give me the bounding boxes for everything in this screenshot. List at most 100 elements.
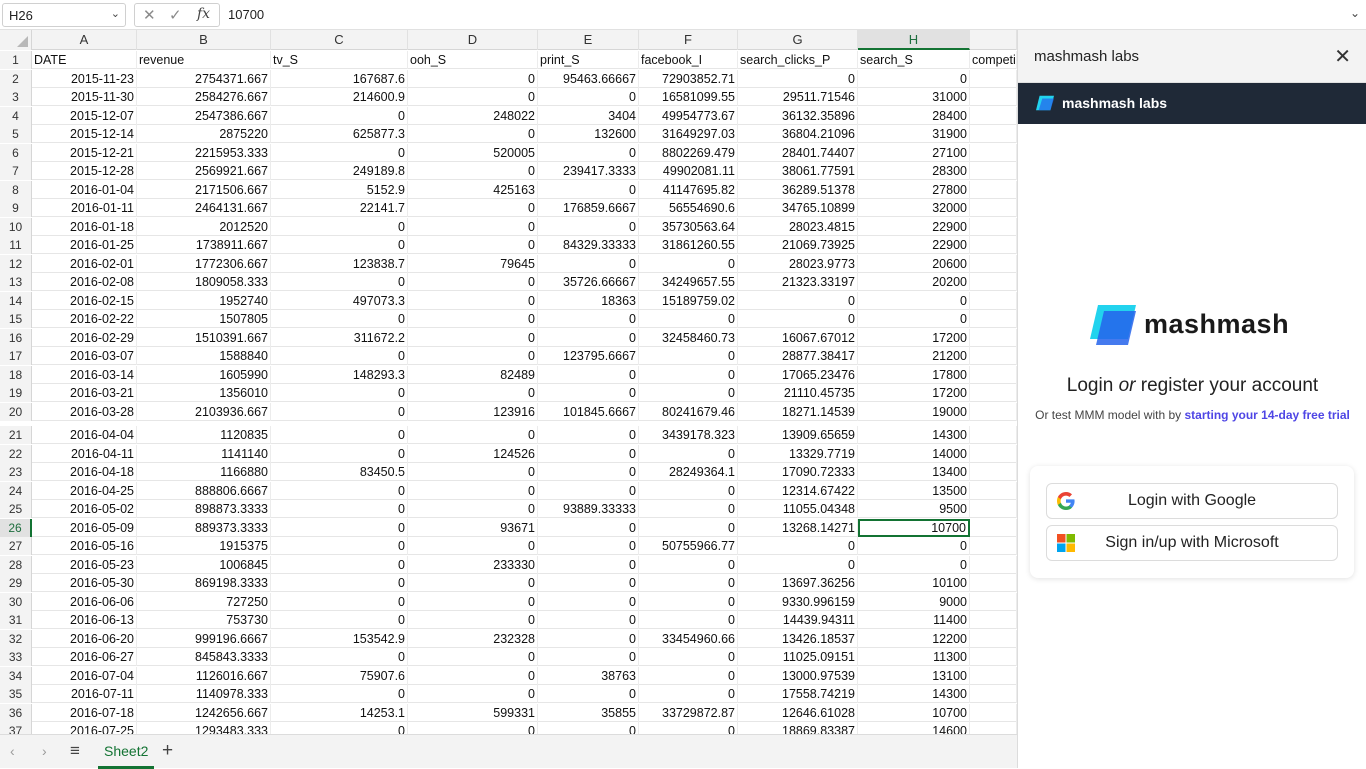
row-header[interactable]: 4 (0, 106, 32, 125)
row-header[interactable]: 33 (0, 648, 32, 666)
table-cell[interactable]: 0 (639, 722, 738, 734)
table-cell[interactable]: 0 (271, 217, 408, 236)
table-cell[interactable]: 93889.33333 (538, 500, 639, 518)
table-cell[interactable]: 0 (538, 310, 639, 328)
table-cell[interactable]: 93671 (408, 518, 538, 537)
table-cell[interactable]: 0 (271, 648, 408, 666)
table-cell[interactable] (970, 426, 1017, 444)
table-cell[interactable]: 31900 (858, 125, 970, 143)
table-cell[interactable]: 28300 (858, 162, 970, 180)
table-cell[interactable]: 1356010 (137, 384, 271, 402)
row-header[interactable]: 5 (0, 125, 32, 143)
row-header[interactable]: 24 (0, 481, 32, 500)
table-cell[interactable]: 11055.04348 (738, 500, 858, 518)
table-cell[interactable]: 82489 (408, 365, 538, 384)
table-cell[interactable]: 0 (271, 106, 408, 125)
table-cell[interactable]: 0 (271, 574, 408, 592)
table-cell[interactable]: 10100 (858, 574, 970, 592)
table-cell[interactable] (970, 291, 1017, 310)
login-google-button[interactable]: Login with Google (1046, 483, 1338, 519)
table-cell[interactable]: 0 (408, 310, 538, 328)
table-cell[interactable]: 2016-04-25 (32, 481, 137, 500)
table-cell[interactable]: 889373.3333 (137, 518, 271, 537)
table-cell[interactable] (970, 481, 1017, 500)
table-cell[interactable] (970, 199, 1017, 217)
table-cell[interactable]: 12200 (858, 629, 970, 648)
header-cell[interactable]: tv_S (271, 51, 408, 69)
table-cell[interactable]: 0 (408, 384, 538, 402)
table-cell[interactable]: 32458460.73 (639, 328, 738, 347)
login-microsoft-button[interactable]: Sign in/up with Microsoft (1046, 525, 1338, 561)
table-cell[interactable]: 124526 (408, 444, 538, 463)
table-cell[interactable]: 0 (858, 291, 970, 310)
table-cell[interactable]: 49954773.67 (639, 106, 738, 125)
table-cell[interactable]: 132600 (538, 125, 639, 143)
table-cell[interactable]: 18271.14539 (738, 402, 858, 421)
table-cell[interactable]: 2015-12-07 (32, 106, 137, 125)
table-cell[interactable] (970, 143, 1017, 162)
row-header[interactable]: 1 (0, 51, 32, 69)
table-cell[interactable]: 21200 (858, 347, 970, 365)
table-cell[interactable]: 2015-12-28 (32, 162, 137, 180)
table-cell[interactable]: 0 (408, 611, 538, 629)
table-cell[interactable]: 0 (538, 217, 639, 236)
table-cell[interactable]: 0 (538, 537, 639, 555)
table-cell[interactable]: 1006845 (137, 555, 271, 574)
table-cell[interactable]: 2754371.667 (137, 69, 271, 88)
table-cell[interactable]: 2016-05-09 (32, 518, 137, 537)
column-header-F[interactable]: F (639, 30, 738, 50)
row-header[interactable]: 20 (0, 402, 32, 421)
table-cell[interactable]: 311672.2 (271, 328, 408, 347)
table-cell[interactable]: 22900 (858, 236, 970, 254)
row-header[interactable]: 2 (0, 69, 32, 88)
table-cell[interactable]: 0 (408, 125, 538, 143)
table-cell[interactable]: 0 (271, 143, 408, 162)
table-cell[interactable]: 0 (271, 273, 408, 291)
table-cell[interactable]: 11300 (858, 648, 970, 666)
table-cell[interactable]: 72903852.71 (639, 69, 738, 88)
table-cell[interactable]: 11400 (858, 611, 970, 629)
table-cell[interactable]: 9000 (858, 592, 970, 611)
table-cell[interactable]: 75907.6 (271, 666, 408, 685)
header-cell[interactable]: search_S (858, 51, 970, 69)
table-cell[interactable]: 2016-02-15 (32, 291, 137, 310)
table-cell[interactable]: 2016-07-11 (32, 685, 137, 703)
table-cell[interactable] (970, 574, 1017, 592)
table-cell[interactable]: 0 (858, 555, 970, 574)
table-cell[interactable]: 13400 (858, 463, 970, 481)
table-cell[interactable]: 0 (538, 426, 639, 444)
table-cell[interactable]: 167687.6 (271, 69, 408, 88)
table-cell[interactable]: 2464131.667 (137, 199, 271, 217)
table-cell[interactable]: 239417.3333 (538, 162, 639, 180)
row-header[interactable]: 28 (0, 555, 32, 574)
table-cell[interactable]: 0 (639, 518, 738, 537)
table-cell[interactable] (970, 236, 1017, 254)
table-cell[interactable]: 9500 (858, 500, 970, 518)
table-cell[interactable]: 2016-01-25 (32, 236, 137, 254)
table-cell[interactable]: 27800 (858, 180, 970, 199)
table-cell[interactable]: 31000 (858, 88, 970, 106)
table-cell[interactable] (970, 722, 1017, 734)
table-cell[interactable]: 0 (408, 537, 538, 555)
table-cell[interactable]: 2015-12-21 (32, 143, 137, 162)
table-cell[interactable]: 13329.7719 (738, 444, 858, 463)
table-cell[interactable]: 0 (408, 574, 538, 592)
column-header-E[interactable]: E (538, 30, 639, 50)
table-cell[interactable]: 2015-11-23 (32, 69, 137, 88)
row-header[interactable]: 16 (0, 328, 32, 347)
table-cell[interactable]: 0 (738, 537, 858, 555)
header-cell[interactable]: search_clicks_P (738, 51, 858, 69)
table-cell[interactable]: 727250 (137, 592, 271, 611)
table-cell[interactable]: 599331 (408, 703, 538, 722)
table-cell[interactable]: 0 (639, 611, 738, 629)
table-cell[interactable]: 0 (408, 722, 538, 734)
table-cell[interactable]: 0 (271, 236, 408, 254)
table-cell[interactable]: 35730563.64 (639, 217, 738, 236)
table-cell[interactable]: 2875220 (137, 125, 271, 143)
table-cell[interactable]: 0 (408, 69, 538, 88)
table-cell[interactable]: 0 (639, 500, 738, 518)
header-cell[interactable]: revenue (137, 51, 271, 69)
sheet-tab-active[interactable]: Sheet2 (98, 735, 155, 769)
table-cell[interactable]: 0 (408, 592, 538, 611)
table-cell[interactable]: 0 (639, 310, 738, 328)
